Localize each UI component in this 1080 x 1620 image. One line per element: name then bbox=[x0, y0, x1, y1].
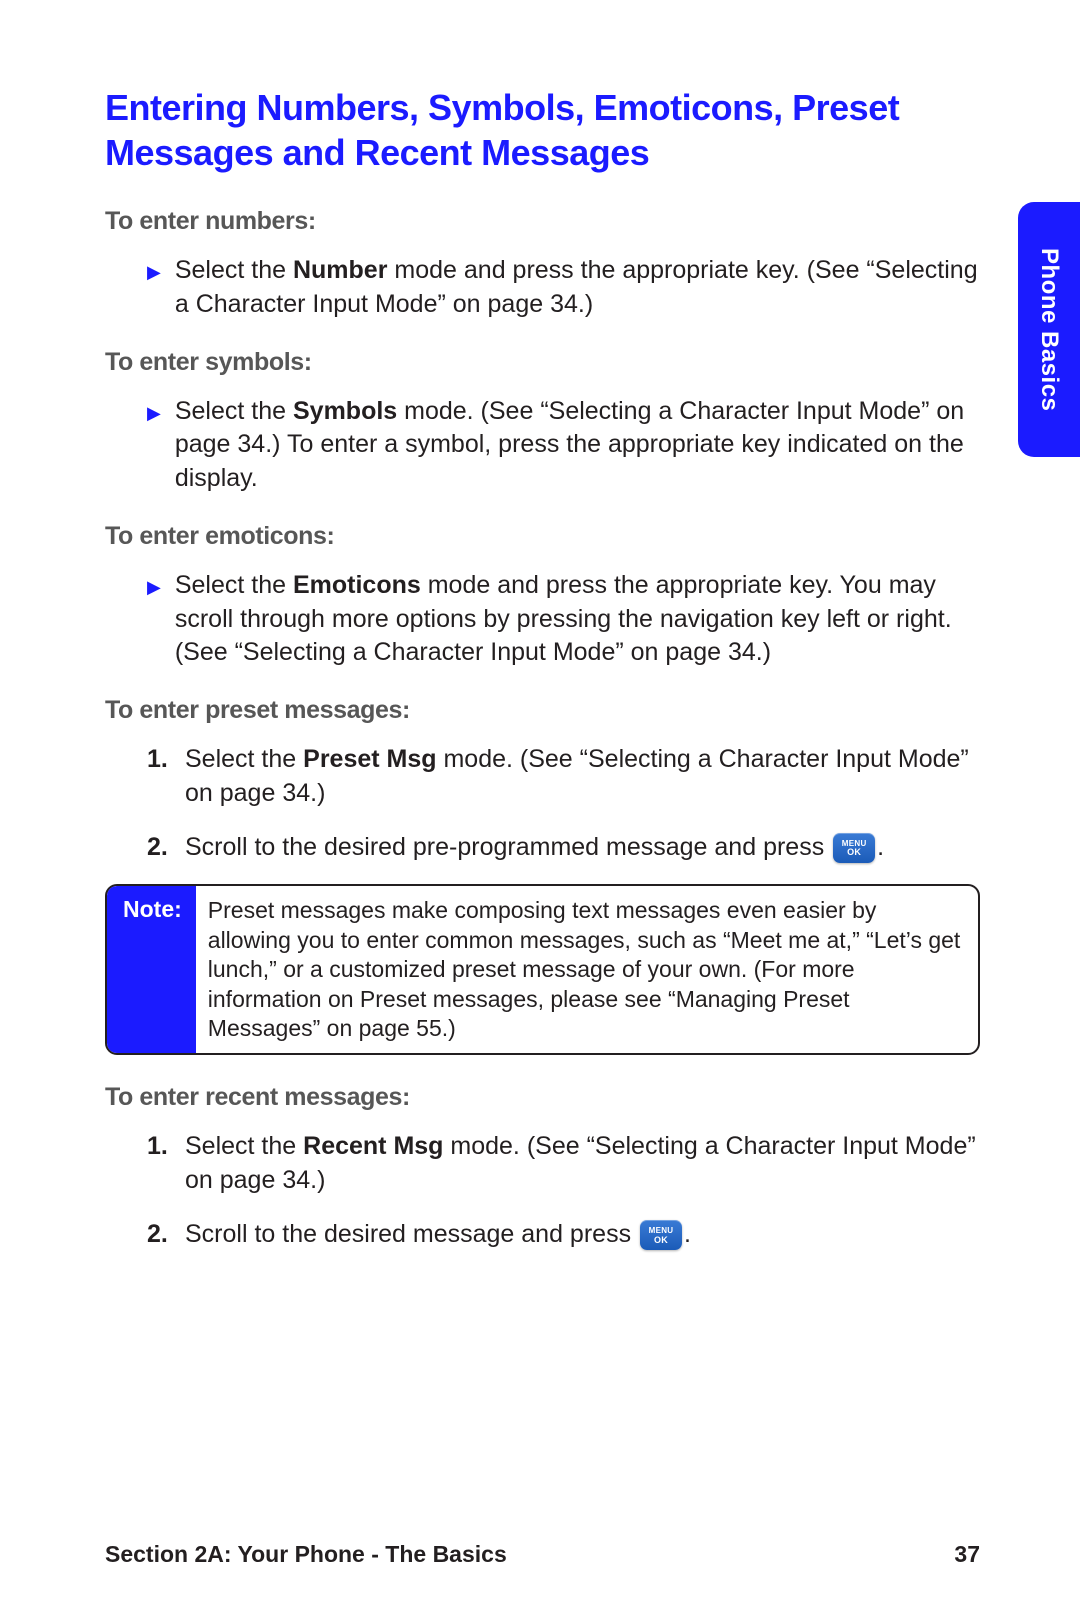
menu-ok-button-icon: MENUOK bbox=[833, 833, 875, 863]
bullet-numbers: ▶ Select the Number mode and press the a… bbox=[147, 254, 980, 322]
heading-preset: To enter preset messages: bbox=[105, 696, 980, 725]
step-recent-2: 2. Scroll to the desired message and pre… bbox=[147, 1218, 980, 1252]
note-box: Note: Preset messages make composing tex… bbox=[105, 884, 980, 1055]
note-label: Note: bbox=[107, 886, 196, 1053]
step-number: 2. bbox=[147, 1218, 175, 1252]
step-text: Scroll to the desired message and press … bbox=[185, 1218, 980, 1252]
section-preset: To enter preset messages: 1. Select the … bbox=[105, 696, 980, 864]
heading-symbols: To enter symbols: bbox=[105, 348, 980, 377]
menu-ok-button-icon: MENUOK bbox=[640, 1220, 682, 1250]
step-text: Select the Recent Msg mode. (See “Select… bbox=[185, 1130, 980, 1198]
step-preset-1: 1. Select the Preset Msg mode. (See “Sel… bbox=[147, 743, 980, 811]
step-number: 2. bbox=[147, 831, 175, 865]
step-number: 1. bbox=[147, 1130, 175, 1164]
bullet-text: Select the Number mode and press the app… bbox=[175, 254, 980, 322]
section-symbols: To enter symbols: ▶ Select the Symbols m… bbox=[105, 348, 980, 496]
bullet-text: Select the Emoticons mode and press the … bbox=[175, 569, 980, 670]
heading-recent: To enter recent messages: bbox=[105, 1083, 980, 1112]
section-recent: To enter recent messages: 1. Select the … bbox=[105, 1083, 980, 1251]
footer-section: Section 2A: Your Phone - The Basics bbox=[105, 1541, 507, 1568]
heading-numbers: To enter numbers: bbox=[105, 207, 980, 236]
page-title: Entering Numbers, Symbols, Emoticons, Pr… bbox=[105, 85, 980, 175]
footer-page-number: 37 bbox=[954, 1541, 980, 1568]
heading-emoticons: To enter emoticons: bbox=[105, 522, 980, 551]
page-content: Entering Numbers, Symbols, Emoticons, Pr… bbox=[0, 0, 1080, 1620]
bullet-text: Select the Symbols mode. (See “Selecting… bbox=[175, 395, 980, 496]
section-numbers: To enter numbers: ▶ Select the Number mo… bbox=[105, 207, 980, 322]
step-text: Select the Preset Msg mode. (See “Select… bbox=[185, 743, 980, 811]
section-emoticons: To enter emoticons: ▶ Select the Emotico… bbox=[105, 522, 980, 670]
bullet-symbols: ▶ Select the Symbols mode. (See “Selecti… bbox=[147, 395, 980, 496]
page-footer: Section 2A: Your Phone - The Basics 37 bbox=[105, 1541, 980, 1568]
triangle-bullet-icon: ▶ bbox=[147, 575, 161, 599]
triangle-bullet-icon: ▶ bbox=[147, 401, 161, 425]
step-recent-1: 1. Select the Recent Msg mode. (See “Sel… bbox=[147, 1130, 980, 1198]
step-preset-2: 2. Scroll to the desired pre-programmed … bbox=[147, 831, 980, 865]
step-text: Scroll to the desired pre-programmed mes… bbox=[185, 831, 980, 865]
triangle-bullet-icon: ▶ bbox=[147, 260, 161, 284]
bullet-emoticons: ▶ Select the Emoticons mode and press th… bbox=[147, 569, 980, 670]
note-body: Preset messages make composing text mess… bbox=[196, 886, 978, 1053]
step-number: 1. bbox=[147, 743, 175, 777]
